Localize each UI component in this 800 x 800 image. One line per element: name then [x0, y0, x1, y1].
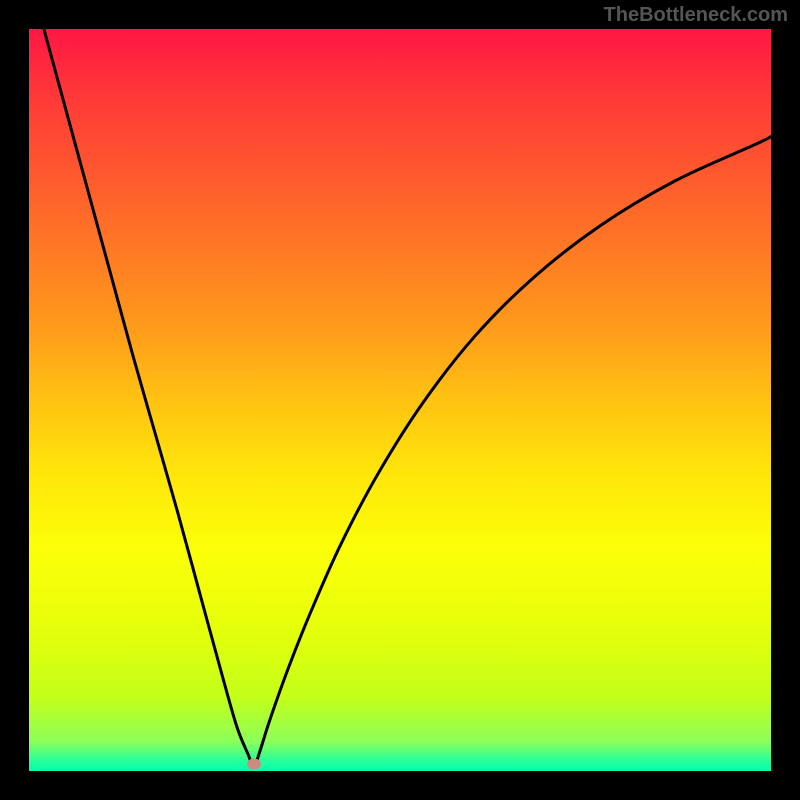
plot-area: [29, 29, 771, 771]
chart-container: TheBottleneck.com: [0, 0, 800, 800]
watermark-text: TheBottleneck.com: [604, 4, 788, 27]
curve-svg: [29, 29, 771, 771]
minimum-marker: [247, 758, 261, 769]
bottleneck-curve: [44, 29, 771, 767]
